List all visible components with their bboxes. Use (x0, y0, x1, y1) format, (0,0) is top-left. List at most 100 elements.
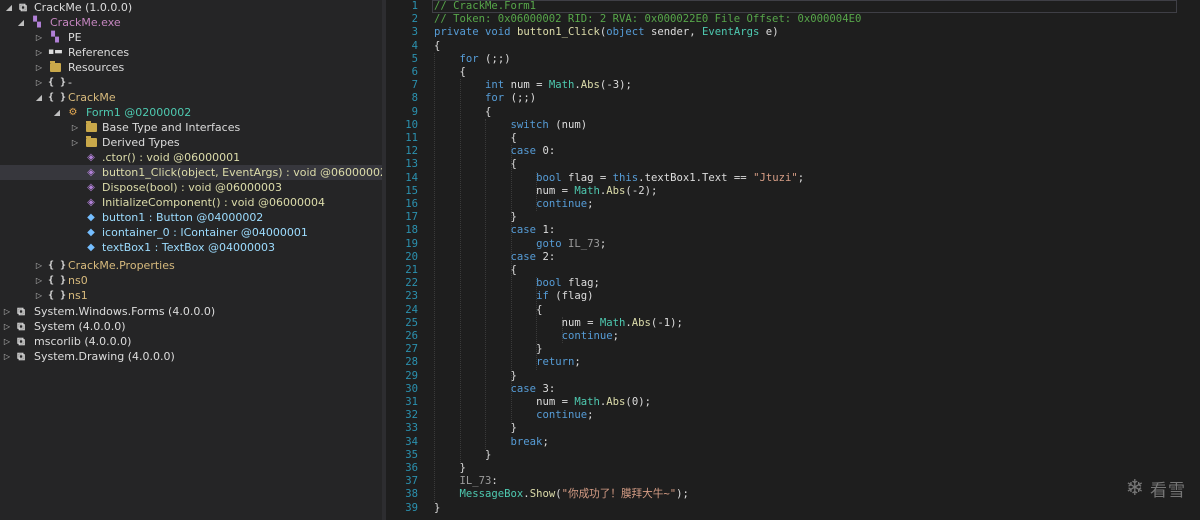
code-line[interactable]: 16 continue; (386, 198, 1200, 211)
code-line[interactable]: 7 int num = Math.Abs(-3); (386, 79, 1200, 92)
code-line[interactable]: 38 MessageBox.Show("你成功了！膜拜大牛~"); (386, 488, 1200, 501)
code-text: num = Math.Abs(-1); (561, 316, 683, 329)
code-line[interactable]: 36 } (386, 462, 1200, 475)
tree-node-resources[interactable]: ▷ Resources (0, 60, 382, 75)
code-line[interactable]: 25 num = Math.Abs(-1); (386, 317, 1200, 330)
code-line[interactable]: 22 bool flag; (386, 277, 1200, 290)
code-line[interactable]: 6 { (386, 66, 1200, 79)
code-line[interactable]: 29 } (386, 370, 1200, 383)
tree-node-references[interactable]: ▷ ▪▬ References (0, 45, 382, 60)
tree-node-field-textbox1[interactable]: ◆ textBox1 : TextBox @04000003 (0, 240, 382, 255)
code-line[interactable]: 3 private void button1_Click(object sende… (386, 26, 1200, 39)
tree-node-assembly-system-windows-forms[interactable]: ▷ ⧉ System.Windows.Forms (4.0.0.0) (0, 304, 382, 319)
code-text: bool flag; (536, 277, 600, 290)
tree-node-crackme-exe[interactable]: ◢ ▚ CrackMe.exe (0, 15, 382, 30)
tree-node-label: button1_Click(object, EventArgs) : void … (102, 166, 382, 179)
tree-node-label: System (4.0.0.0) (34, 320, 126, 333)
code-line[interactable]: 11 { (386, 132, 1200, 145)
code-line[interactable]: 26 continue; (386, 330, 1200, 343)
code-line[interactable]: 35 } (386, 449, 1200, 462)
tree-node-assembly-mscorlib[interactable]: ▷ ⧉ mscorlib (4.0.0.0) (0, 334, 382, 349)
tree-node-namespace-ns0[interactable]: ▷ { } ns0 (0, 273, 382, 288)
code-line[interactable]: 1 // CrackMe.Form1 (386, 0, 1200, 13)
expand-arrow-icon[interactable]: ▷ (34, 288, 44, 303)
code-line[interactable]: 30 case 3: (386, 383, 1200, 396)
code-line[interactable]: 18 case 1: (386, 224, 1200, 237)
expand-arrow-icon[interactable]: ▷ (2, 349, 12, 364)
tree-node-label: Resources (68, 61, 125, 74)
tree-node-base-types[interactable]: ▷ Base Type and Interfaces (0, 120, 382, 135)
method-icon: ◈ (87, 197, 95, 208)
code-line[interactable]: 28 return; (386, 356, 1200, 369)
code-line[interactable]: 15 num = Math.Abs(-2); (386, 185, 1200, 198)
assembly-explorer-tree[interactable]: ◢ ⧉ CrackMe (1.0.0.0) ◢ ▚ CrackMe.exe ▷ … (0, 0, 382, 520)
expand-arrow-icon[interactable]: ▷ (2, 334, 12, 349)
code-line[interactable]: 21 { (386, 264, 1200, 277)
code-line[interactable]: 9 { (386, 106, 1200, 119)
code-line[interactable]: 4{ (386, 40, 1200, 53)
code-line[interactable]: 5 for (;;) (386, 53, 1200, 66)
tree-node-method-dispose[interactable]: ◈ Dispose(bool) : void @06000003 (0, 180, 382, 195)
line-number: 12 (405, 145, 418, 158)
tree-node-form1[interactable]: ◢ ⚙ Form1 @02000002 (0, 105, 382, 120)
tree-node-assembly-system-drawing[interactable]: ▷ ⧉ System.Drawing (4.0.0.0) (0, 349, 382, 364)
tree-node-label: References (68, 46, 130, 59)
expand-arrow-icon[interactable]: ▷ (2, 319, 12, 334)
tree-node-namespace-dash[interactable]: ▷ { } - (0, 75, 382, 90)
code-line[interactable]: 23 if (flag) (386, 290, 1200, 303)
tree-node-method-ctor[interactable]: ◈ .ctor() : void @06000001 (0, 150, 382, 165)
expand-arrow-icon[interactable]: ▷ (34, 273, 44, 288)
tree-node-namespace-ns1[interactable]: ▷ { } ns1 (0, 288, 382, 303)
code-text: } (434, 501, 441, 514)
expand-arrow-icon[interactable]: ▷ (34, 30, 44, 45)
code-line[interactable]: 31 num = Math.Abs(0); (386, 396, 1200, 409)
code-line[interactable]: 39} (386, 502, 1200, 515)
tree-node-field-icontainer[interactable]: ◆ icontainer_0 : IContainer @04000001 (0, 225, 382, 240)
code-text: for (;;) (459, 52, 511, 65)
tree-node-label: - (68, 76, 72, 89)
collapse-arrow-icon[interactable]: ◢ (52, 105, 62, 120)
collapse-arrow-icon[interactable]: ◢ (34, 90, 44, 105)
tree-node-namespace-properties[interactable]: ▷ { } CrackMe.Properties (0, 258, 382, 273)
code-line[interactable]: 32 continue; (386, 409, 1200, 422)
code-line[interactable]: 27 } (386, 343, 1200, 356)
expand-arrow-icon[interactable]: ▷ (34, 75, 44, 90)
expand-arrow-icon[interactable]: ▷ (70, 120, 80, 135)
expand-arrow-icon[interactable]: ▷ (34, 45, 44, 60)
code-line[interactable]: 10 switch (num) (386, 119, 1200, 132)
code-line[interactable]: 8 for (;;) (386, 92, 1200, 105)
code-line[interactable]: 13 { (386, 158, 1200, 171)
code-line[interactable]: 2 // Token: 0x06000002 RID: 2 RVA: 0x0000… (386, 13, 1200, 26)
collapse-arrow-icon[interactable]: ◢ (16, 15, 26, 30)
line-number: 33 (405, 422, 418, 435)
tree-node-method-initializecomponent[interactable]: ◈ InitializeComponent() : void @06000004 (0, 195, 382, 210)
code-line[interactable]: 34 break; (386, 436, 1200, 449)
line-number: 35 (405, 448, 418, 461)
tree-node-pe[interactable]: ▷ ▚ PE (0, 30, 382, 45)
line-number: 13 (405, 158, 418, 171)
tree-node-namespace-crackme[interactable]: ◢ { } CrackMe (0, 90, 382, 105)
code-line[interactable]: 14 bool flag = this.textBox1.Text == "Jt… (386, 172, 1200, 185)
tree-node-derived-types[interactable]: ▷ Derived Types (0, 135, 382, 150)
tree-node-assembly-system[interactable]: ▷ ⧉ System (4.0.0.0) (0, 319, 382, 334)
expand-arrow-icon[interactable]: ▷ (34, 60, 44, 75)
line-number: 29 (405, 369, 418, 382)
collapse-arrow-icon[interactable]: ◢ (4, 0, 14, 15)
code-line[interactable]: 33 } (386, 422, 1200, 435)
code-line[interactable]: 20 case 2: (386, 251, 1200, 264)
folder-icon (86, 121, 97, 132)
code-line[interactable]: 17 } (386, 211, 1200, 224)
code-editor[interactable]: 1 // CrackMe.Form1 2 // Token: 0x06000002 R… (386, 0, 1200, 520)
field-icon: ◆ (87, 212, 95, 223)
expand-arrow-icon[interactable]: ▷ (2, 304, 12, 319)
expand-arrow-icon[interactable]: ▷ (34, 258, 44, 273)
tree-node-method-button1-click[interactable]: ◈ button1_Click(object, EventArgs) : voi… (0, 165, 382, 180)
code-line[interactable]: 24 { (386, 304, 1200, 317)
code-line[interactable]: 12 case 0: (386, 145, 1200, 158)
code-line[interactable]: 19 goto IL_73; (386, 238, 1200, 251)
tree-node-field-button1[interactable]: ◆ button1 : Button @04000002 (0, 210, 382, 225)
code-line[interactable]: 37 IL_73: (386, 475, 1200, 488)
expand-arrow-icon[interactable]: ▷ (70, 135, 80, 150)
field-icon: ◆ (87, 242, 95, 253)
tree-node-crackme-assembly[interactable]: ◢ ⧉ CrackMe (1.0.0.0) (0, 0, 382, 15)
